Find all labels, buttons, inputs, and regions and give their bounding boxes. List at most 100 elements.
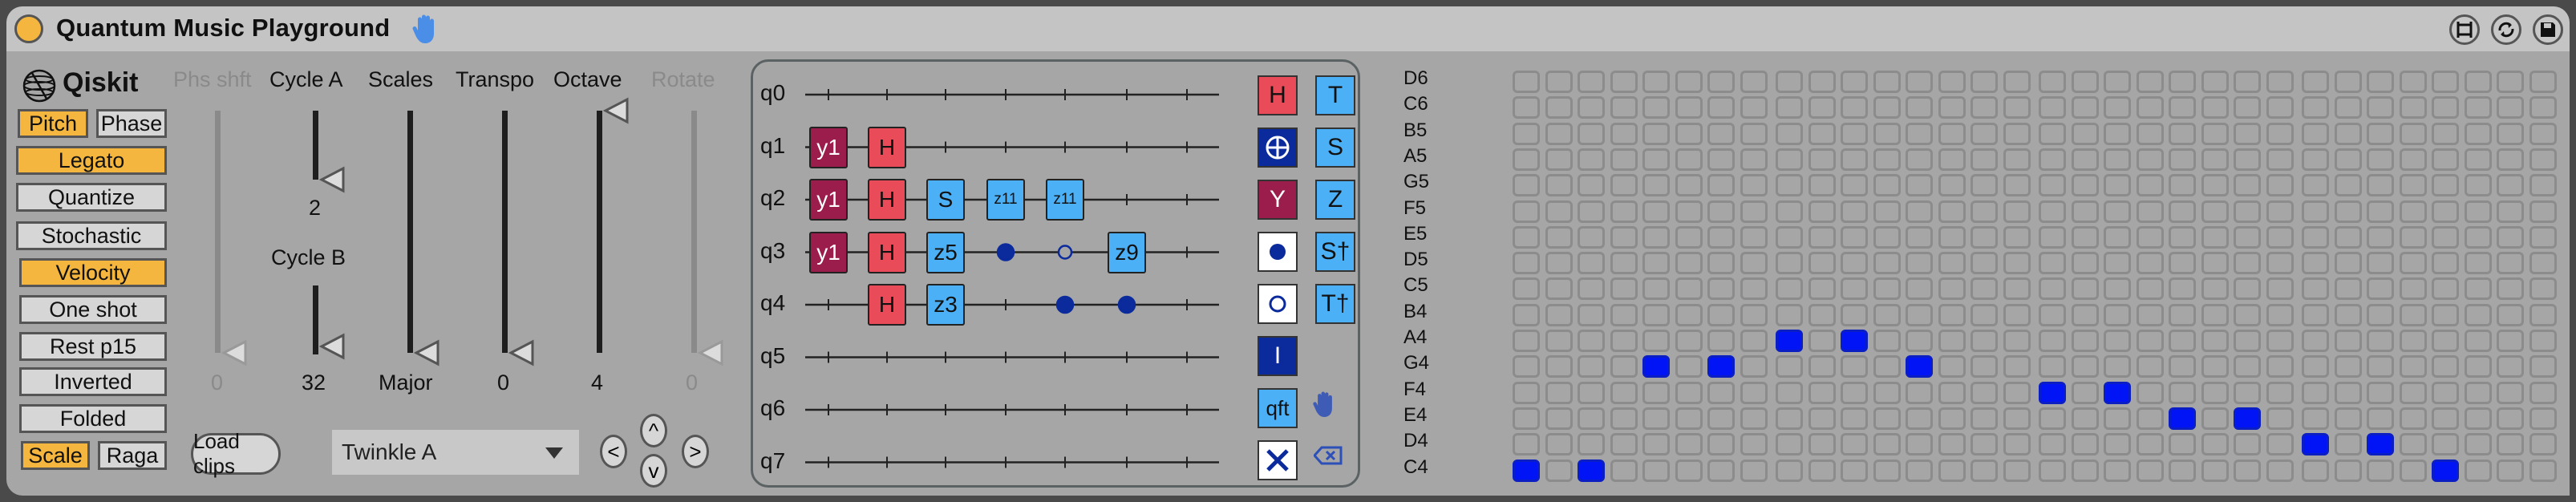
note-cell[interactable] <box>2039 96 2066 119</box>
note-cell[interactable] <box>2464 225 2492 249</box>
note-cell[interactable] <box>2529 381 2557 404</box>
note-cell[interactable] <box>2334 200 2362 223</box>
note-cell[interactable] <box>2529 122 2557 145</box>
note-cell[interactable] <box>1675 174 1703 197</box>
note-cell[interactable] <box>2169 148 2196 171</box>
note-cell[interactable] <box>2497 252 2524 275</box>
note-cell[interactable] <box>1970 174 1998 197</box>
note-cell[interactable] <box>1675 96 1703 119</box>
note-cell[interactable] <box>2302 459 2329 482</box>
note-cell[interactable] <box>2104 355 2131 379</box>
note-cell[interactable] <box>2266 122 2294 145</box>
note-cell[interactable] <box>2464 433 2492 456</box>
note-cell[interactable] <box>2367 252 2394 275</box>
note-cell[interactable] <box>2302 355 2329 379</box>
note-cell[interactable] <box>1970 225 1998 249</box>
note-cell[interactable] <box>2201 277 2229 301</box>
note-cell[interactable] <box>2169 277 2196 301</box>
note-cell[interactable] <box>1841 407 1868 430</box>
note-cell[interactable] <box>2497 148 2524 171</box>
note-cell[interactable] <box>1841 200 1868 223</box>
note-cell[interactable] <box>2071 252 2099 275</box>
note-cell[interactable] <box>1578 407 1605 430</box>
note-cell[interactable] <box>2266 277 2294 301</box>
note-cell[interactable] <box>1610 355 1638 379</box>
note-cell[interactable] <box>1610 303 1638 326</box>
note-cell[interactable] <box>1513 277 1540 301</box>
note-cell[interactable] <box>2201 148 2229 171</box>
note-cell[interactable] <box>2399 355 2427 379</box>
note-cell[interactable] <box>1970 459 1998 482</box>
note-cell[interactable] <box>1776 459 1803 482</box>
note-cell[interactable] <box>2529 433 2557 456</box>
note-cell[interactable] <box>2003 459 2031 482</box>
gate-y1-q1[interactable]: y1 <box>809 126 848 168</box>
note-cell[interactable] <box>2266 148 2294 171</box>
note-cell[interactable] <box>2399 71 2427 93</box>
note-cell[interactable] <box>1545 252 1573 275</box>
note-cell[interactable] <box>1545 459 1573 482</box>
rest-p15-toggle[interactable]: Rest p15 <box>19 332 167 361</box>
palette-y-button[interactable]: Y <box>1258 180 1298 220</box>
note-cell[interactable] <box>1707 200 1735 223</box>
gate-y1-q2[interactable]: y1 <box>809 179 848 221</box>
note-cell[interactable] <box>1578 148 1605 171</box>
note-cell[interactable] <box>2234 96 2261 119</box>
note-cell[interactable] <box>1707 381 1735 404</box>
note-cell-active[interactable] <box>2234 407 2261 430</box>
clip-select[interactable]: Twinkle A <box>332 430 579 475</box>
note-cell[interactable] <box>1970 71 1998 93</box>
note-cell[interactable] <box>2039 174 2066 197</box>
note-cell[interactable] <box>2497 303 2524 326</box>
note-cell[interactable] <box>2302 277 2329 301</box>
nav-up-button[interactable]: ^ <box>640 414 667 447</box>
note-cell[interactable] <box>2529 148 2557 171</box>
note-cell[interactable] <box>2201 459 2229 482</box>
note-cell[interactable] <box>1675 277 1703 301</box>
note-cell-active[interactable] <box>2367 433 2394 456</box>
note-cell[interactable] <box>1740 71 1768 93</box>
note-cell[interactable] <box>1545 303 1573 326</box>
note-cell[interactable] <box>2003 433 2031 456</box>
note-cell[interactable] <box>1970 96 1998 119</box>
note-cell[interactable] <box>2399 381 2427 404</box>
note-cell[interactable] <box>1707 148 1735 171</box>
cycle-b-slider-knob[interactable] <box>318 333 346 360</box>
note-cell[interactable] <box>1707 96 1735 119</box>
note-cell[interactable] <box>2201 96 2229 119</box>
note-cell[interactable] <box>2367 459 2394 482</box>
note-cell[interactable] <box>2432 96 2459 119</box>
note-cell[interactable] <box>2367 381 2394 404</box>
note-cell[interactable] <box>1906 277 1933 301</box>
note-cell[interactable] <box>2464 71 2492 93</box>
note-cell[interactable] <box>2529 355 2557 379</box>
note-cell[interactable] <box>2302 225 2329 249</box>
note-cell[interactable] <box>1906 71 1933 93</box>
note-cell[interactable] <box>2334 459 2362 482</box>
note-cell[interactable] <box>2367 303 2394 326</box>
note-cell[interactable] <box>2399 174 2427 197</box>
note-cell[interactable] <box>1841 277 1868 301</box>
note-cell[interactable] <box>2234 381 2261 404</box>
note-cell[interactable] <box>2432 277 2459 301</box>
note-cell[interactable] <box>2039 407 2066 430</box>
note-cell[interactable] <box>2003 355 2031 379</box>
note-cell[interactable] <box>2266 200 2294 223</box>
note-cell[interactable] <box>1873 277 1901 301</box>
note-cell[interactable] <box>1675 225 1703 249</box>
note-cell[interactable] <box>2399 407 2427 430</box>
note-cell[interactable] <box>2169 330 2196 352</box>
note-cell[interactable] <box>1578 330 1605 352</box>
note-cell[interactable] <box>2071 355 2099 379</box>
note-cell[interactable] <box>2136 200 2164 223</box>
note-cell[interactable] <box>2464 407 2492 430</box>
gate-z11-q2[interactable]: z11 <box>1046 179 1084 221</box>
note-cell[interactable] <box>2399 303 2427 326</box>
note-cell[interactable] <box>2432 407 2459 430</box>
note-cell[interactable] <box>2201 122 2229 145</box>
note-cell[interactable] <box>1740 174 1768 197</box>
gate-h-q2[interactable]: H <box>868 179 906 221</box>
note-cell[interactable] <box>1675 303 1703 326</box>
note-cell[interactable] <box>2266 381 2294 404</box>
note-cell[interactable] <box>2039 148 2066 171</box>
